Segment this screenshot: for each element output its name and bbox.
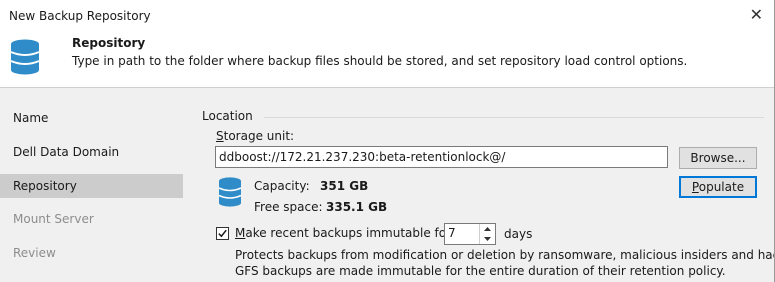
sidebar-item-label: Name: [13, 111, 49, 125]
sidebar-item-label: Dell Data Domain: [13, 145, 120, 159]
stepper-buttons: [479, 224, 495, 244]
checkmark-icon: [218, 229, 227, 238]
database-icon: [10, 39, 40, 75]
repository-settings-panel: Location Storage unit: Browse... Populat…: [186, 88, 775, 282]
sidebar-item-label: Mount Server: [13, 212, 94, 226]
immutable-checkbox[interactable]: [216, 227, 229, 240]
sidebar-item-repository[interactable]: Repository: [0, 174, 183, 198]
chevron-up-icon[interactable]: [480, 224, 495, 234]
immutable-access-key: M: [235, 226, 246, 240]
immutable-days-value[interactable]: 7: [448, 226, 456, 240]
storage-unit-access-key: S: [216, 129, 224, 143]
populate-button[interactable]: Populate: [679, 176, 757, 198]
sidebar-item-name[interactable]: Name: [0, 106, 183, 130]
sidebar-item-mount-server[interactable]: Mount Server: [0, 207, 183, 231]
days-label: days: [504, 227, 533, 241]
browse-button[interactable]: Browse...: [679, 147, 757, 169]
wizard-header: Repository Type in path to the folder wh…: [0, 32, 775, 88]
window-title: New Backup Repository: [9, 9, 151, 23]
capacity-label: Capacity:: [254, 179, 310, 193]
wizard-steps-sidebar: Name Dell Data Domain Repository Mount S…: [0, 88, 186, 282]
location-group-divider: [264, 117, 764, 118]
free-space-value: 335.1 GB: [326, 200, 388, 214]
storage-unit-label-text: torage unit:: [223, 129, 295, 143]
immutability-description-line2: GFS backups are made immutable for the e…: [235, 264, 726, 278]
title-bar: New Backup Repository ✕: [0, 0, 775, 32]
sidebar-item-dell-data-domain[interactable]: Dell Data Domain: [0, 140, 183, 164]
capacity-value: 351 GB: [320, 179, 369, 193]
storage-unit-label: Storage unit:: [216, 129, 294, 143]
populate-label: opulate: [698, 180, 745, 194]
immutability-description-line1: Protects backups from modification or de…: [235, 248, 775, 262]
populate-access-key: P: [691, 180, 699, 194]
sidebar-item-label: Repository: [13, 179, 77, 193]
header-description: Type in path to the folder where backup …: [72, 54, 688, 68]
immutable-days-stepper[interactable]: 7: [444, 223, 496, 245]
storage-database-icon: [218, 177, 242, 207]
free-space-label: Free space:: [254, 200, 323, 214]
immutable-label-text: ake recent backups immutable for:: [245, 226, 455, 240]
immutable-checkbox-label[interactable]: Make recent backups immutable for:: [235, 226, 455, 240]
sidebar-item-review[interactable]: Review: [0, 241, 183, 265]
close-icon[interactable]: ✕: [750, 5, 763, 24]
location-group-label: Location: [202, 109, 253, 123]
sidebar-item-label: Review: [13, 246, 56, 260]
storage-unit-path-input[interactable]: [215, 146, 668, 168]
header-title: Repository: [72, 36, 146, 50]
chevron-down-icon[interactable]: [480, 234, 495, 244]
